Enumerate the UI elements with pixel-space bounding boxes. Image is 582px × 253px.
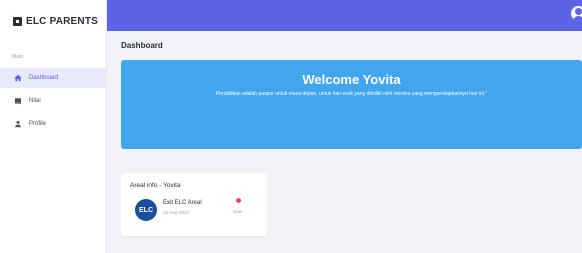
sidebar-section-label: Main — [12, 54, 23, 60]
welcome-quote: Pendidikan adalah paspor untuk masa depa… — [215, 91, 488, 97]
welcome-title: Welcome Yovita — [302, 72, 401, 87]
areal-item-name: Exit ELC Areal — [163, 200, 202, 206]
sidebar-item-dashboard[interactable]: Dashboard — [0, 68, 106, 88]
sidebar-item-nilai[interactable]: Nilai — [0, 91, 106, 111]
book-icon — [14, 97, 22, 105]
brand[interactable]: ELC PARENTS — [0, 0, 106, 43]
house-icon — [14, 74, 22, 82]
sidebar-item-label: Profile — [29, 121, 47, 127]
status-dot-icon — [236, 198, 241, 203]
brand-name: ELC PARENTS — [26, 16, 99, 27]
elc-logo: ELC — [135, 199, 157, 221]
user-icon — [14, 120, 22, 128]
sidebar-item-label: Dashboard — [29, 75, 59, 81]
square-icon — [13, 17, 22, 26]
page-title: Dashboard — [121, 41, 163, 50]
user-avatar-icon[interactable] — [571, 6, 582, 21]
sidebar: ELC PARENTS Main Dashboard Nilai Profile — [0, 0, 107, 253]
welcome-banner: Welcome Yovita Pendidikan adalah paspor … — [121, 60, 582, 149]
status-badge: Now — [233, 209, 243, 214]
sidebar-item-profile[interactable]: Profile — [0, 114, 106, 134]
areal-info-card: Areal info - Yovita ELC Exit ELC Areal 1… — [121, 173, 267, 236]
areal-item-date: 15-Aug-2022 — [163, 210, 190, 215]
sidebar-item-label: Nilai — [29, 98, 41, 104]
top-navbar — [107, 0, 582, 31]
card-title: Areal info - Yovita — [130, 182, 181, 189]
